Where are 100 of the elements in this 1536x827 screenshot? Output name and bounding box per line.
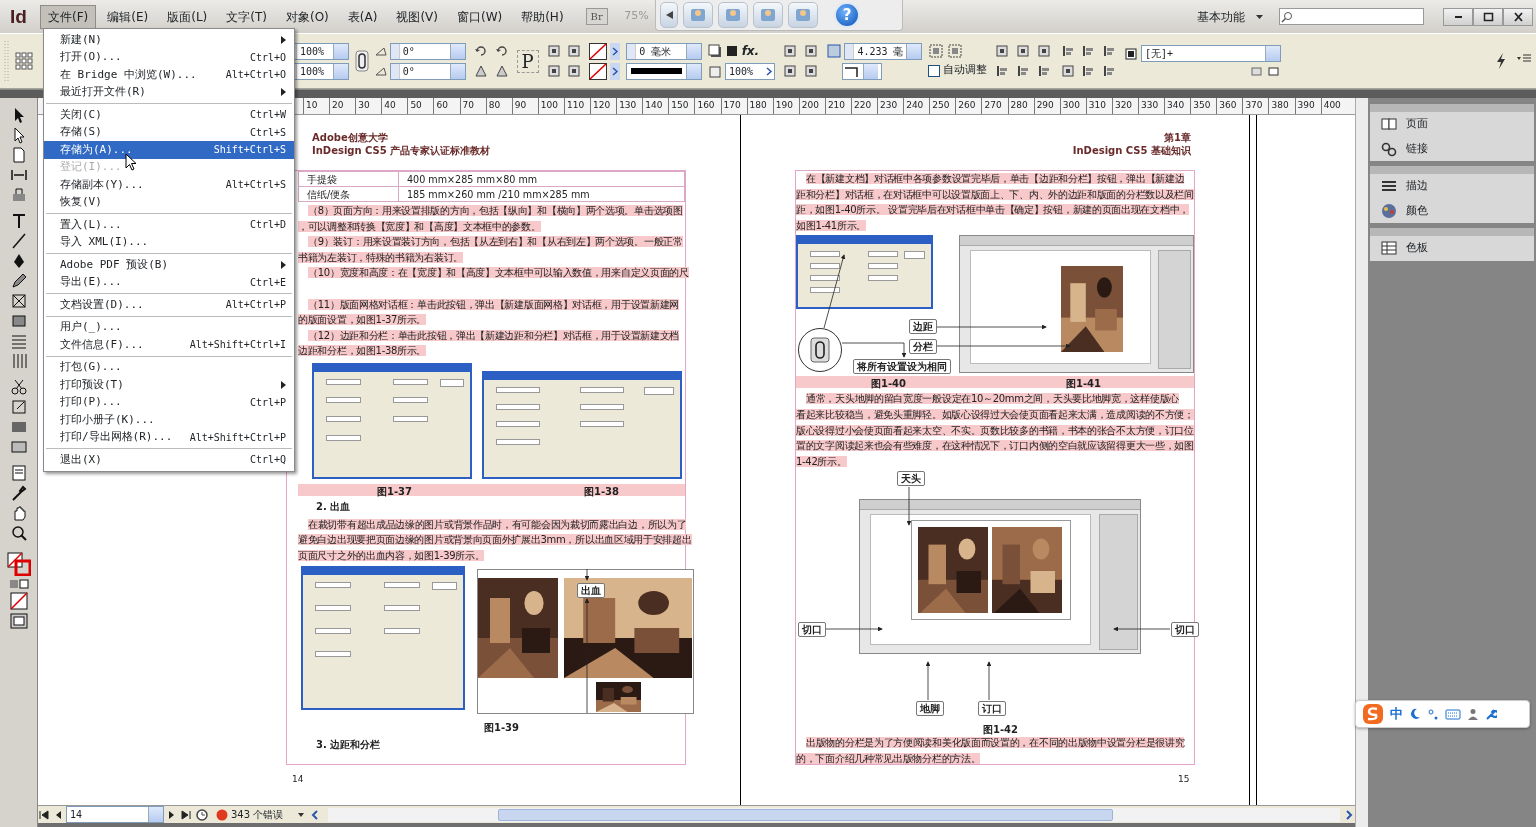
page-number-field[interactable]: 14: [66, 806, 164, 823]
frame-corner-icon[interactable]: [724, 44, 739, 58]
menu-item[interactable]: 文字(T): [218, 4, 275, 29]
checkbox-label[interactable]: 自动调整: [943, 62, 988, 79]
align-top-icon[interactable]: [995, 64, 1010, 78]
menu-item[interactable]: 最近打开文件(R): [44, 83, 294, 101]
fit-frame-icon[interactable]: [947, 43, 964, 60]
rotate-ccw-icon[interactable]: [494, 44, 509, 58]
effects-button[interactable]: fx.: [741, 42, 760, 60]
scissors-icon[interactable]: [9, 378, 28, 396]
panel-tab[interactable]: 色板: [1370, 236, 1534, 261]
stroke-weight-field[interactable]: 0 毫米: [626, 42, 703, 60]
drop-shadow-icon[interactable]: [708, 44, 723, 58]
note-icon[interactable]: [9, 464, 28, 482]
panel-tab[interactable]: 描边: [1370, 174, 1534, 199]
screen-mode-icon[interactable]: [9, 612, 28, 630]
line-tool-icon[interactable]: [9, 232, 28, 250]
align-right-icon[interactable]: [1102, 44, 1117, 58]
object-style-dropdown[interactable]: [无]+: [1140, 45, 1281, 62]
align-left-icon[interactable]: [1060, 44, 1075, 58]
menu-item[interactable]: 退出(X) Ctrl+Q: [44, 451, 294, 469]
panel-tab[interactable]: 链接: [1370, 136, 1534, 161]
menu-item[interactable]: 存储副本(Y)... Alt+Ctrl+S: [44, 176, 294, 194]
menu-item[interactable]: Adobe PDF 预设(B): [44, 256, 294, 274]
apply-none-icon[interactable]: [9, 592, 28, 610]
menu-item[interactable]: 视图(V): [388, 4, 446, 29]
zoom-icon[interactable]: [9, 524, 28, 542]
minimize-button[interactable]: [1443, 7, 1474, 26]
formatting-icon[interactable]: [7, 578, 30, 590]
menu-item[interactable]: 关闭(C) Ctrl+W: [44, 106, 294, 124]
corner-shape-dropdown[interactable]: [842, 62, 883, 80]
align-edge-icon[interactable]: [1102, 64, 1117, 78]
fill-swatch-icon[interactable]: [589, 42, 608, 60]
menu-item[interactable]: 导出(E)... Ctrl+E: [44, 273, 294, 291]
horizontal-grid-icon[interactable]: [9, 332, 28, 350]
opacity-field[interactable]: 100%: [724, 63, 775, 80]
bridge-button[interactable]: Br: [585, 8, 608, 25]
corner-size-field[interactable]: 4.233 毫: [844, 42, 923, 60]
menu-item[interactable]: 文档设置(D)... Alt+Ctrl+P: [44, 296, 294, 314]
align-center-icon[interactable]: [1015, 64, 1030, 78]
align-spacing-icon[interactable]: [1081, 64, 1096, 78]
close-button[interactable]: [1503, 7, 1534, 26]
pencil-icon[interactable]: [9, 272, 28, 290]
person-icon[interactable]: [1467, 708, 1479, 720]
lightning-icon[interactable]: [1495, 53, 1506, 69]
stroke-type-dropdown[interactable]: [626, 62, 703, 80]
menu-item[interactable]: 文件信息(F)... Alt+Shift+Ctrl+I: [44, 336, 294, 354]
gradient-feather-icon[interactable]: [9, 438, 28, 456]
menu-item[interactable]: 打印预设(T): [44, 376, 294, 394]
menu-item[interactable]: 文件(F): [40, 4, 97, 29]
search-field[interactable]: [1278, 8, 1424, 25]
menu-item[interactable]: 打印/导出网格(R)... Alt+Shift+Ctrl+P: [44, 428, 294, 446]
moon-icon[interactable]: [1409, 708, 1421, 720]
menu-item[interactable]: 导入 XML(I)...: [44, 233, 294, 251]
menu-item[interactable]: 版面(L): [159, 4, 216, 29]
maximize-button[interactable]: [1473, 7, 1504, 26]
menu-item[interactable]: 恢复(V): [44, 193, 294, 211]
chain-link-icon[interactable]: [355, 50, 369, 72]
workspace-switcher[interactable]: 基本功能: [1197, 7, 1246, 26]
menu-item[interactable]: 打包(G)...: [44, 358, 294, 376]
horizontal-scrollbar[interactable]: [328, 807, 1340, 822]
flip-vertical-icon[interactable]: [494, 64, 509, 78]
chevron-button[interactable]: [610, 62, 621, 80]
menu-item[interactable]: 表(A): [339, 4, 386, 29]
wrench-icon[interactable]: [1485, 708, 1497, 720]
free-transform-icon[interactable]: [9, 398, 28, 416]
checkbox[interactable]: [928, 64, 941, 77]
menu-item[interactable]: 帮助(H): [513, 4, 572, 29]
corner-options-icon[interactable]: [825, 42, 842, 59]
chevron-button[interactable]: [610, 42, 621, 60]
menu-item[interactable]: 打印小册子(K)...: [44, 411, 294, 429]
menu-item[interactable]: 置入(L)... Ctrl+D: [44, 216, 294, 234]
menu-item[interactable]: 编辑(E): [99, 4, 157, 29]
menu-item[interactable]: 窗口(W): [448, 4, 511, 29]
rotation-field[interactable]: 0°: [389, 42, 466, 60]
vertical-scrollbar[interactable]: [1355, 98, 1368, 827]
shear-field[interactable]: 0°: [389, 62, 466, 80]
menu-item[interactable]: 存储(S) Ctrl+S: [44, 123, 294, 141]
menu-item[interactable]: 存储为(A)... Shift+Ctrl+S: [44, 141, 294, 159]
align-middle-icon[interactable]: [1081, 44, 1096, 58]
panel-menu-icon[interactable]: [1516, 53, 1531, 63]
last-page-button[interactable]: [180, 808, 192, 821]
flip-horizontal-icon[interactable]: [473, 64, 488, 78]
fill-stroke-swatch-icon[interactable]: [6, 552, 31, 576]
reference-point-icon[interactable]: [15, 52, 33, 70]
rectangle-icon[interactable]: [9, 312, 28, 330]
stroke-swatch-icon[interactable]: [589, 62, 608, 80]
rotate-cw-icon[interactable]: [473, 44, 488, 58]
menu-item[interactable]: 打印(P)... Ctrl+P: [44, 393, 294, 411]
scroll-right-button[interactable]: [1343, 807, 1355, 822]
back-button[interactable]: [660, 2, 678, 28]
panel-tab[interactable]: 颜色: [1370, 198, 1534, 223]
rectangle-frame-icon[interactable]: [9, 292, 28, 310]
align-bottom-icon[interactable]: [1036, 64, 1051, 78]
menu-item[interactable]: 对象(O): [278, 4, 337, 29]
first-page-button[interactable]: [38, 808, 50, 821]
panel-tab[interactable]: 页面: [1370, 112, 1534, 137]
input-mode-toggle[interactable]: 中: [1390, 704, 1403, 724]
distribute-icon[interactable]: [1060, 64, 1075, 78]
menu-item[interactable]: 用户(_)...: [44, 318, 294, 336]
